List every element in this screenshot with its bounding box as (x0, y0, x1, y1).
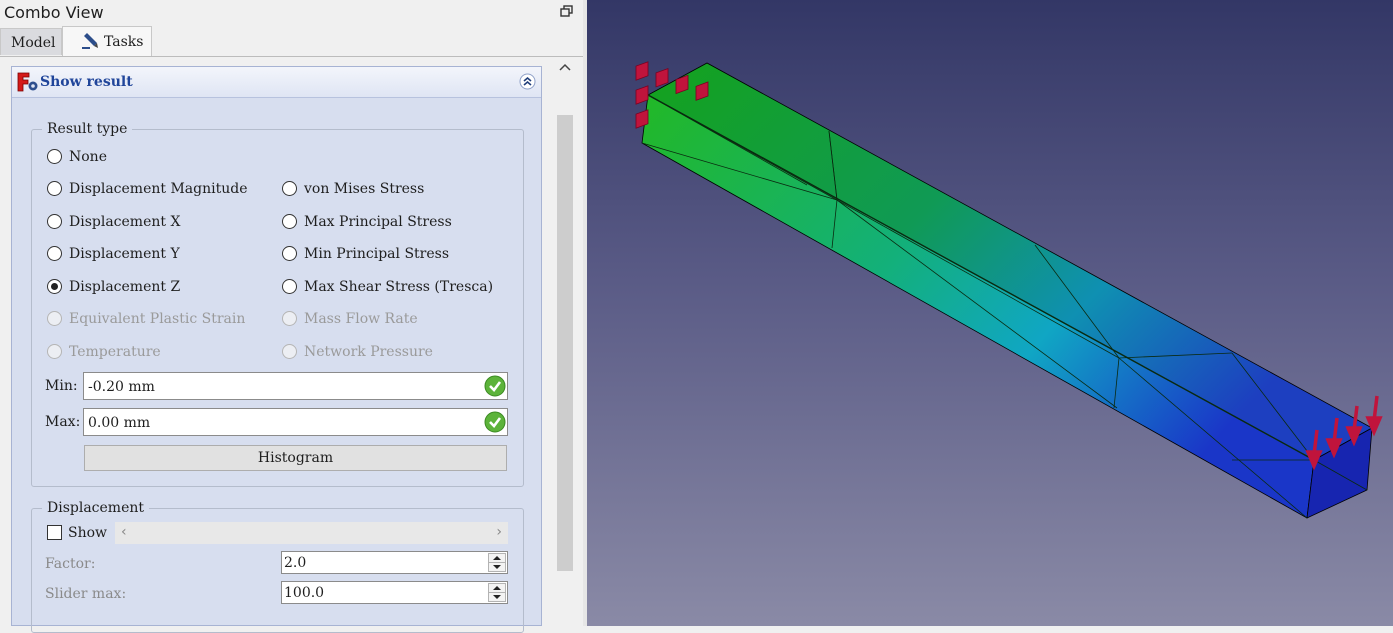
histogram-button[interactable]: Histogram (84, 445, 507, 471)
scrollbar-thumb[interactable] (557, 115, 573, 571)
factor-label: Factor: (45, 556, 96, 572)
radio-circle (282, 181, 297, 196)
slider-max-label: Slider max: (45, 586, 127, 602)
radio-none-label: None (69, 149, 107, 165)
radio-circle (47, 344, 62, 359)
radio-max-shear-stress-label: Max Shear Stress (Tresca) (304, 279, 494, 295)
slider-left-arrow-icon[interactable]: ‹ (121, 524, 127, 540)
tab-model[interactable]: Model (0, 28, 62, 55)
radio-circle (282, 246, 297, 261)
radio-displacement-magnitude-label: Displacement Magnitude (69, 181, 248, 197)
show-displacement-label: Show (68, 525, 108, 541)
radio-min-principal-stress-label: Min Principal Stress (304, 246, 450, 262)
collapse-icon[interactable] (519, 73, 536, 90)
float-icon[interactable] (560, 5, 573, 17)
combo-view-title: Combo View (4, 3, 104, 22)
radio-von-mises-stress-label: von Mises Stress (304, 181, 425, 197)
radio-displacement-x-label: Displacement X (69, 214, 181, 230)
max-input[interactable]: 0.00 mm (83, 408, 508, 436)
combo-view-panel: Combo View Model Tasks Show result Resul… (0, 0, 583, 633)
show-displacement-checkbox[interactable] (47, 525, 62, 540)
min-value: -0.20 mm (88, 379, 155, 395)
spin-arrows-icon[interactable] (488, 553, 506, 572)
scroll-up-icon[interactable] (559, 63, 571, 71)
tab-model-label: Model (11, 35, 56, 51)
radio-circle (47, 214, 62, 229)
radio-circle (282, 344, 297, 359)
radio-selected-dot (51, 283, 58, 290)
fem-beam-result (635, 61, 1383, 519)
radio-circle (47, 279, 62, 294)
spin-arrows-icon[interactable] (488, 583, 506, 602)
radio-circle (47, 181, 62, 196)
combo-view-titlebar: Combo View (0, 0, 583, 24)
checkmark-icon (484, 411, 506, 433)
tab-tasks-label: Tasks (104, 34, 144, 50)
displacement-legend: Displacement (42, 500, 150, 516)
beam-top-face (647, 62, 1373, 461)
radio-max-principal-stress-label: Max Principal Stress (304, 214, 452, 230)
displacement-slider[interactable]: ‹ › (115, 522, 508, 544)
slider-max-value: 100.0 (284, 585, 325, 601)
task-scrollbar[interactable] (555, 57, 575, 626)
min-label: Min: (45, 378, 78, 394)
show-result-task-panel: Show result Result type None Displacemen… (11, 66, 542, 633)
result-type-legend: Result type (42, 121, 133, 137)
factor-value: 2.0 (284, 555, 307, 571)
radio-displacement-y-label: Displacement Y (69, 246, 180, 262)
task-header: Show result (12, 67, 541, 98)
radio-network-pressure-label: Network Pressure (304, 344, 433, 360)
beam-side-face (641, 94, 1315, 519)
radio-circle (282, 279, 297, 294)
min-input[interactable]: -0.20 mm (83, 372, 508, 400)
3d-viewport[interactable] (587, 0, 1393, 626)
max-value: 0.00 mm (88, 415, 151, 431)
radio-circle (282, 214, 297, 229)
radio-temperature-label: Temperature (69, 344, 161, 360)
slider-max-spinbox[interactable]: 100.0 (281, 581, 508, 604)
pencil-icon (82, 33, 98, 49)
freecad-fem-icon (17, 72, 38, 92)
radio-circle (47, 246, 62, 261)
radio-displacement-z-label: Displacement Z (69, 279, 181, 295)
radio-mass-flow-rate-label: Mass Flow Rate (304, 311, 418, 327)
radio-circle (282, 311, 297, 326)
slider-right-arrow-icon[interactable]: › (496, 524, 502, 540)
factor-spinbox[interactable]: 2.0 (281, 551, 508, 574)
checkmark-icon (484, 375, 506, 397)
max-label: Max: (45, 414, 81, 430)
tab-bar: Model Tasks (0, 26, 583, 57)
task-title: Show result (40, 74, 133, 90)
radio-circle (47, 149, 62, 164)
radio-circle (47, 311, 62, 326)
radio-equivalent-plastic-strain-label: Equivalent Plastic Strain (69, 311, 246, 327)
tab-tasks[interactable]: Tasks (62, 26, 152, 56)
